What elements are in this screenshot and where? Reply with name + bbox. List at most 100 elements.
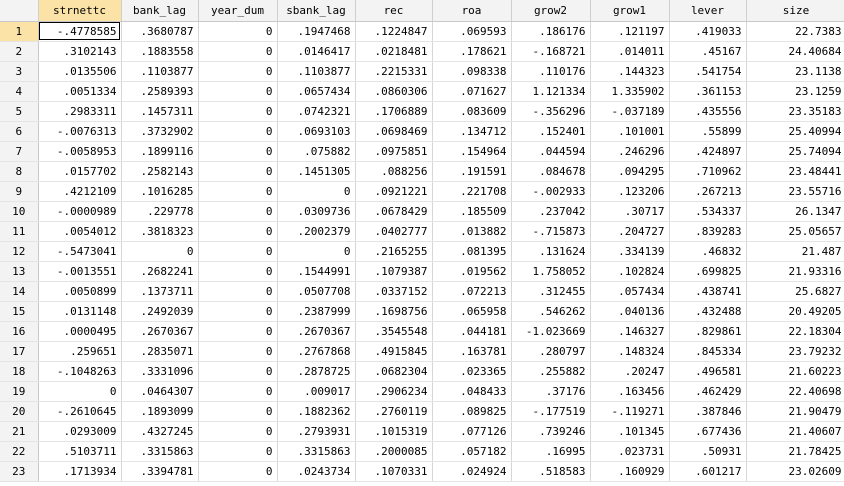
cell-grow2[interactable]: .255882	[511, 361, 591, 382]
cell-grow2[interactable]: .084678	[511, 161, 591, 182]
column-header-grow2[interactable]: grow2	[511, 0, 591, 22]
cell-year_dum[interactable]: 0	[198, 101, 278, 122]
cell-year_dum[interactable]: 0	[198, 41, 278, 62]
cell-strnettc[interactable]: .0000495	[38, 321, 122, 342]
row-number[interactable]: 21	[0, 421, 39, 442]
row-number[interactable]: 6	[0, 121, 39, 142]
cell-lever[interactable]: .387846	[669, 401, 747, 422]
cell-sbank_lag[interactable]: .1947468	[277, 21, 356, 42]
cell-bank_lag[interactable]: .2682241	[121, 261, 199, 282]
cell-year_dum[interactable]: 0	[198, 461, 278, 482]
cell-grow1[interactable]: .246296	[590, 141, 670, 162]
column-header-bank_lag[interactable]: bank_lag	[121, 0, 199, 22]
cell-year_dum[interactable]: 0	[198, 141, 278, 162]
cell-rec[interactable]: .0860306	[355, 81, 433, 102]
cell-grow2[interactable]: 1.758052	[511, 261, 591, 282]
cell-roa[interactable]: .019562	[432, 261, 512, 282]
cell-strnettc[interactable]: .4212109	[38, 181, 122, 202]
row-number[interactable]: 2	[0, 41, 39, 62]
cell-bank_lag[interactable]: .3732902	[121, 121, 199, 142]
cell-strnettc[interactable]: .3102143	[38, 41, 122, 62]
cell-year_dum[interactable]: 0	[198, 441, 278, 462]
cell-grow1[interactable]: .057434	[590, 281, 670, 302]
cell-rec[interactable]: .1706889	[355, 101, 433, 122]
cell-lever[interactable]: .677436	[669, 421, 747, 442]
cell-bank_lag[interactable]: .3315863	[121, 441, 199, 462]
cell-strnettc[interactable]: -.5473041	[38, 241, 122, 262]
cell-strnettc[interactable]: .1713934	[38, 461, 122, 482]
column-header-roa[interactable]: roa	[432, 0, 512, 22]
cell-grow1[interactable]: .121197	[590, 21, 670, 42]
cell-strnettc[interactable]: .0050899	[38, 281, 122, 302]
cell-rec[interactable]: .0218481	[355, 41, 433, 62]
cell-sbank_lag[interactable]: .0742321	[277, 101, 356, 122]
cell-grow1[interactable]: .023731	[590, 441, 670, 462]
column-header-grow1[interactable]: grow1	[590, 0, 670, 22]
cell-rec[interactable]: .4915845	[355, 341, 433, 362]
cell-grow1[interactable]: .30717	[590, 201, 670, 222]
cell-strnettc[interactable]: -.1048263	[38, 361, 122, 382]
data-editor-grid[interactable]: strnettc bank_lag year_dum sbank_lag rec roa g…	[0, 0, 844, 486]
cell-grow2[interactable]: .546262	[511, 301, 591, 322]
cell-rec[interactable]: .3545548	[355, 321, 433, 342]
cell-roa[interactable]: .191591	[432, 161, 512, 182]
cell-rec[interactable]: .2760119	[355, 401, 433, 422]
cell-grow2[interactable]: .110176	[511, 61, 591, 82]
row-number[interactable]: 15	[0, 301, 39, 322]
cell-lever[interactable]: .496581	[669, 361, 747, 382]
column-header-lever[interactable]: lever	[669, 0, 747, 22]
cell-sbank_lag[interactable]: .3315863	[277, 441, 356, 462]
cell-year_dum[interactable]: 0	[198, 161, 278, 182]
cell-grow2[interactable]: -.177519	[511, 401, 591, 422]
cell-year_dum[interactable]: 0	[198, 381, 278, 402]
cell-sbank_lag[interactable]: .0507708	[277, 281, 356, 302]
cell-rec[interactable]: .0678429	[355, 201, 433, 222]
cell-grow1[interactable]: -.037189	[590, 101, 670, 122]
cell-rec[interactable]: .1015319	[355, 421, 433, 442]
cell-sbank_lag[interactable]: .2878725	[277, 361, 356, 382]
cell-roa[interactable]: .163781	[432, 341, 512, 362]
cell-rec[interactable]: .2165255	[355, 241, 433, 262]
cell-grow1[interactable]: .148324	[590, 341, 670, 362]
cell-lever[interactable]: .267213	[669, 181, 747, 202]
cell-roa[interactable]: .013882	[432, 221, 512, 242]
row-number[interactable]: 14	[0, 281, 39, 302]
cell-year_dum[interactable]: 0	[198, 201, 278, 222]
cell-lever[interactable]: .462429	[669, 381, 747, 402]
cell-lever[interactable]: .50931	[669, 441, 747, 462]
cell-strnettc[interactable]: .259651	[38, 341, 122, 362]
cell-rec[interactable]: .088256	[355, 161, 433, 182]
cell-sbank_lag[interactable]: .1882362	[277, 401, 356, 422]
cell-grow1[interactable]: .204727	[590, 221, 670, 242]
cell-year_dum[interactable]: 0	[198, 341, 278, 362]
cell-lever[interactable]: .45167	[669, 41, 747, 62]
cell-grow1[interactable]: .163456	[590, 381, 670, 402]
cell-bank_lag[interactable]: .1883558	[121, 41, 199, 62]
cell-sbank_lag[interactable]: .2793931	[277, 421, 356, 442]
cell-year_dum[interactable]: 0	[198, 421, 278, 442]
cell-rec[interactable]: .2906234	[355, 381, 433, 402]
cell-sbank_lag[interactable]: .0146417	[277, 41, 356, 62]
cell-grow1[interactable]: .146327	[590, 321, 670, 342]
cell-year_dum[interactable]: 0	[198, 281, 278, 302]
cell-grow1[interactable]: .123206	[590, 181, 670, 202]
cell-lever[interactable]: .699825	[669, 261, 747, 282]
cell-strnettc[interactable]: -.0058953	[38, 141, 122, 162]
cell-lever[interactable]: .46832	[669, 241, 747, 262]
cell-grow1[interactable]: .160929	[590, 461, 670, 482]
cell-lever[interactable]: .541754	[669, 61, 747, 82]
cell-bank_lag[interactable]: .1893099	[121, 401, 199, 422]
cell-bank_lag[interactable]: .2582143	[121, 161, 199, 182]
cell-strnettc[interactable]: .0051334	[38, 81, 122, 102]
column-header-year_dum[interactable]: year_dum	[198, 0, 278, 22]
row-number[interactable]: 8	[0, 161, 39, 182]
cell-grow1[interactable]: .101345	[590, 421, 670, 442]
cell-sbank_lag[interactable]: .2387999	[277, 301, 356, 322]
row-number[interactable]: 1	[0, 21, 39, 42]
cell-grow2[interactable]: .312455	[511, 281, 591, 302]
cell-roa[interactable]: .048433	[432, 381, 512, 402]
row-number[interactable]: 10	[0, 201, 39, 222]
row-number[interactable]: 20	[0, 401, 39, 422]
cell-lever[interactable]: .438741	[669, 281, 747, 302]
cell-strnettc[interactable]: .0135506	[38, 61, 122, 82]
